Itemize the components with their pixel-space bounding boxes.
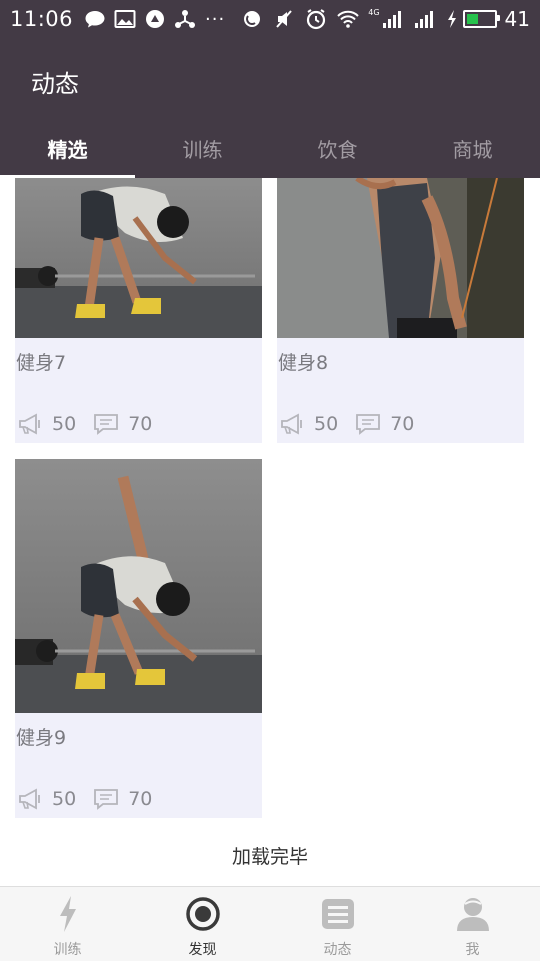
circle-arrow-icon — [143, 7, 167, 31]
feed-stats: 50 70 — [16, 785, 168, 813]
feed-card[interactable]: 健身7 50 70 — [15, 178, 262, 443]
feed-title: 健身9 — [16, 727, 67, 749]
news-list-icon — [320, 896, 356, 932]
signal-icon-2 — [413, 7, 437, 31]
tab-diet[interactable]: 饮食 — [270, 118, 405, 178]
battery-level — [466, 14, 478, 24]
feed-title: 健身7 — [16, 352, 67, 374]
likes-count: 50 — [314, 413, 339, 435]
tab-label: 饮食 — [317, 137, 358, 162]
signal-icon — [381, 7, 405, 31]
comments-count: 70 — [128, 413, 153, 435]
feed-photo — [277, 178, 524, 338]
silent-icon — [272, 7, 296, 31]
comments-count: 70 — [128, 788, 153, 810]
nav-label: 我 — [465, 942, 480, 958]
comment-icon[interactable] — [92, 412, 120, 436]
tab-label: 商城 — [452, 137, 493, 162]
tab-label: 精选 — [47, 137, 88, 162]
nav-label: 发现 — [188, 942, 217, 958]
image-icon — [113, 7, 137, 31]
nav-label: 动态 — [323, 942, 352, 958]
target-circle-icon — [185, 896, 221, 932]
tab-label: 训练 — [182, 137, 223, 162]
comments-count: 70 — [390, 413, 415, 435]
alarm-icon — [304, 7, 328, 31]
megaphone-icon[interactable] — [16, 787, 44, 811]
feed-card[interactable]: 健身8 50 70 — [277, 178, 524, 443]
nav-item-discover[interactable]: 发现 — [135, 887, 270, 961]
share-nodes-icon — [173, 7, 197, 31]
likes-count: 50 — [52, 413, 77, 435]
nav-item-training[interactable]: 训练 — [0, 887, 135, 961]
megaphone-icon[interactable] — [16, 412, 44, 436]
likes-count: 50 — [52, 788, 77, 810]
feed-title: 健身8 — [278, 352, 329, 374]
battery-icon — [462, 10, 500, 28]
charging-icon — [445, 7, 459, 31]
bottom-nav: 训练 发现 动态 我 — [0, 886, 540, 961]
app-header: 动态 精选 训练 饮食 商城 — [0, 38, 540, 178]
comment-icon[interactable] — [354, 412, 382, 436]
network-type-label: 4G — [368, 7, 380, 17]
status-bar: 11:06 ··· 4G 41 — [0, 0, 540, 38]
status-time: 11:06 — [10, 7, 74, 31]
nav-label: 训练 — [53, 942, 82, 958]
load-complete-text: 加载完毕 — [231, 846, 308, 868]
chat-bubble-icon — [83, 7, 107, 31]
tab-mall[interactable]: 商城 — [405, 118, 540, 178]
tab-featured[interactable]: 精选 — [0, 118, 135, 178]
tab-training[interactable]: 训练 — [135, 118, 270, 178]
wifi-icon — [336, 7, 360, 31]
nav-item-me[interactable]: 我 — [405, 887, 540, 961]
tab-bar: 精选 训练 饮食 商城 — [0, 118, 540, 178]
page-title: 动态 — [31, 70, 79, 98]
nav-item-feed[interactable]: 动态 — [270, 887, 405, 961]
feed-stats: 50 70 — [16, 410, 168, 438]
feed-photo — [15, 459, 262, 713]
feed-stats: 50 70 — [278, 410, 430, 438]
feed-card[interactable]: 健身9 50 70 — [15, 459, 262, 818]
lightning-icon — [50, 896, 86, 932]
user-icon — [455, 896, 491, 932]
status-more: ··· — [205, 8, 226, 30]
comment-icon[interactable] — [92, 787, 120, 811]
megaphone-icon[interactable] — [278, 412, 306, 436]
battery-percent: 41 — [504, 7, 530, 31]
no-disturb-icon — [240, 7, 264, 31]
feed-photo — [15, 178, 262, 338]
feed-list[interactable]: 健身7 50 70 健身8 50 70 健身9 50 70 加载完毕 — [0, 178, 540, 886]
